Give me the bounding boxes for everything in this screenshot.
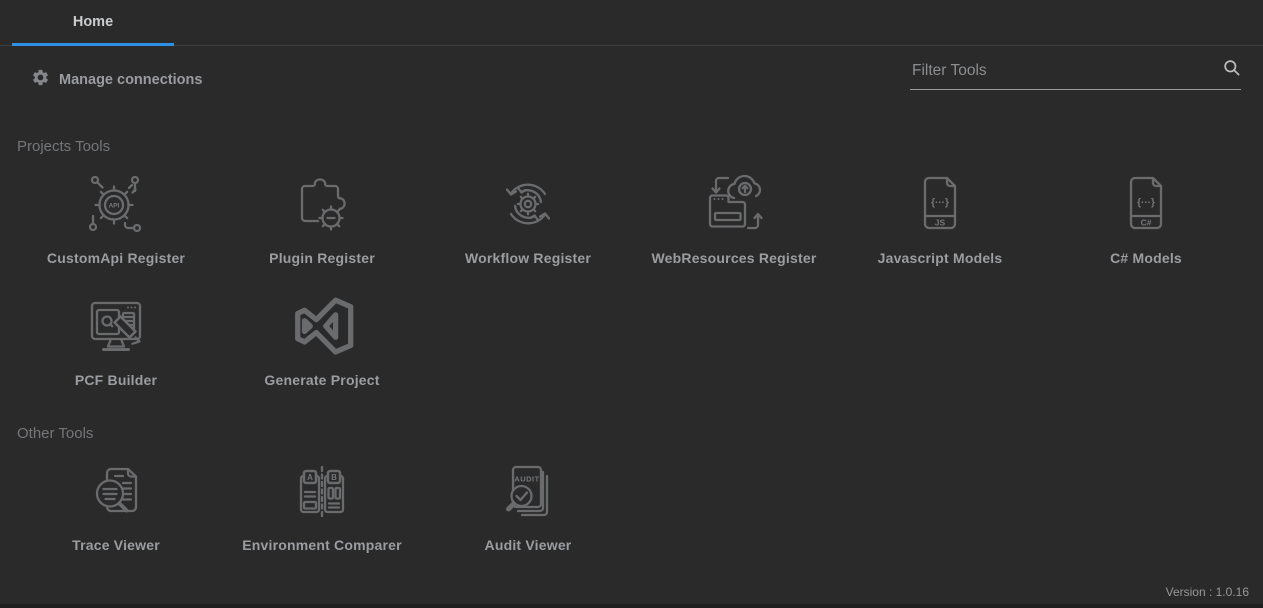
- version-label: Version : 1.0.16: [1166, 585, 1249, 599]
- tool-label: C# Models: [1110, 250, 1182, 266]
- visual-studio-icon: [290, 294, 354, 358]
- tool-tile-workflow-register[interactable]: Workflow Register: [425, 155, 631, 266]
- compare-b-icon-text: B: [331, 473, 337, 482]
- toolbar: Manage connections: [0, 46, 1263, 112]
- tool-label: Generate Project: [264, 372, 379, 388]
- tool-tile-plugin-register[interactable]: Plugin Register: [219, 155, 425, 266]
- search-icon[interactable]: [1222, 58, 1241, 82]
- js-icon-text: JS: [935, 218, 946, 228]
- compare-documents-icon: A B: [290, 459, 354, 523]
- section-title: Projects Tools: [17, 138, 1263, 155]
- tool-label: Trace Viewer: [72, 537, 160, 553]
- api-gear-icon: API: [84, 172, 148, 236]
- tool-label: CustomApi Register: [47, 250, 185, 266]
- braces-icon-text: {···}: [1137, 198, 1155, 209]
- tool-tile-trace-viewer[interactable]: Trace Viewer: [13, 442, 219, 553]
- app-window: Home Manage connections Projects Tools: [0, 0, 1263, 608]
- manage-connections-label: Manage connections: [59, 72, 202, 88]
- gear-sync-arrows-icon: [496, 172, 560, 236]
- audit-stack-magnifier-icon: AUDIT: [496, 459, 560, 523]
- tool-grid: API CustomApi Register: [13, 155, 1263, 399]
- section-title: Other Tools: [17, 425, 1263, 442]
- tool-label: Environment Comparer: [242, 537, 402, 553]
- tool-label: Javascript Models: [878, 250, 1003, 266]
- api-icon-text: API: [109, 203, 120, 210]
- tool-tile-environment-comparer[interactable]: A B Environment Comparer: [219, 442, 425, 553]
- cloud-upload-folder-icon: [702, 172, 766, 236]
- tool-tile-pcf-builder[interactable]: PCF Builder: [13, 277, 219, 388]
- braces-icon-text: {···}: [931, 198, 949, 209]
- tool-tile-javascript-models[interactable]: {···} JS Javascript Models: [837, 155, 1043, 266]
- monitor-design-pencil-icon: [84, 294, 148, 358]
- section-other-tools: Other Tools: [0, 425, 1263, 564]
- compare-a-icon-text: A: [307, 473, 313, 482]
- window-bottom-edge: [0, 604, 1263, 608]
- csharp-icon-text: C#: [1141, 218, 1152, 228]
- tab-bar: Home: [0, 0, 1263, 46]
- tool-label: Workflow Register: [465, 250, 591, 266]
- tool-tile-csharp-models[interactable]: {···} C# C# Models: [1043, 155, 1249, 266]
- js-file-icon: {···} JS: [908, 172, 972, 236]
- tab-home[interactable]: Home: [12, 0, 174, 45]
- tool-tile-generate-project[interactable]: Generate Project: [219, 277, 425, 388]
- tool-label: PCF Builder: [75, 372, 157, 388]
- tool-label: WebResources Register: [651, 250, 816, 266]
- tool-tile-audit-viewer[interactable]: AUDIT Audit Viewer: [425, 442, 631, 553]
- tool-tile-webresources-register[interactable]: WebResources Register: [631, 155, 837, 266]
- magnifier-document-icon: [84, 459, 148, 523]
- audit-icon-text: AUDIT: [514, 475, 539, 484]
- section-projects-tools: Projects Tools: [0, 138, 1263, 399]
- tool-label: Audit Viewer: [485, 537, 572, 553]
- csharp-file-icon: {···} C#: [1114, 172, 1178, 236]
- gear-icon: [31, 68, 50, 92]
- filter-tools-input[interactable]: [910, 56, 1241, 90]
- tool-tile-customapi-register[interactable]: API CustomApi Register: [13, 155, 219, 266]
- filter-tools-field: [910, 56, 1241, 90]
- puzzle-gear-icon: [290, 172, 354, 236]
- tool-label: Plugin Register: [269, 250, 375, 266]
- tool-grid: Trace Viewer: [13, 442, 1263, 564]
- manage-connections-button[interactable]: Manage connections: [31, 68, 202, 92]
